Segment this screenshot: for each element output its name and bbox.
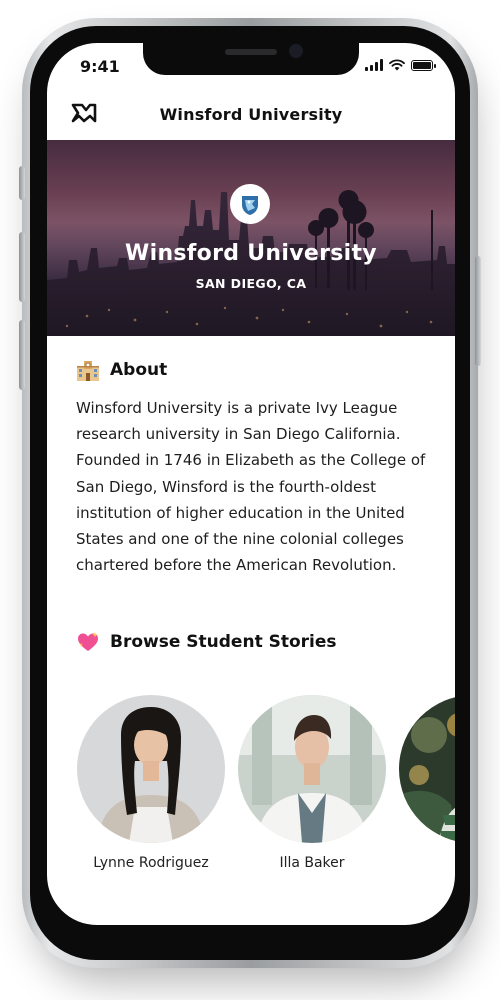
student-name: Lynne Rodriguez <box>93 855 209 871</box>
about-header: About <box>76 357 167 383</box>
student-name: Ni Ro <box>413 853 456 873</box>
wifi-icon <box>389 59 405 71</box>
crest-emblem-icon <box>242 196 258 215</box>
stories-header: Browse Student Stories <box>76 629 337 655</box>
hero-title: Winsford University <box>125 241 377 266</box>
nav-title: Winsford University <box>159 105 343 124</box>
power-button <box>475 256 481 366</box>
hero-overlay <box>47 140 455 336</box>
student-story-card[interactable]: Illa Baker <box>237 695 387 873</box>
notch <box>143 43 359 75</box>
student-avatar[interactable] <box>77 695 225 843</box>
nav-bar: Winsford University <box>47 93 455 137</box>
front-camera <box>289 44 303 58</box>
battery-icon <box>411 59 436 71</box>
volume-up-button <box>19 232 25 302</box>
school-building-icon <box>77 361 99 381</box>
status-time: 9:41 <box>80 57 120 76</box>
hero-banner: Winsford University SAN DIEGO, CA <box>47 140 455 336</box>
student-avatar[interactable] <box>399 695 455 843</box>
student-story-card[interactable]: Lynne Rodriguez <box>76 695 226 873</box>
app-screen: 9:41 Winsford University Winsford Univer… <box>47 43 455 925</box>
mute-switch <box>19 166 25 200</box>
status-icons <box>365 58 436 72</box>
university-crest-icon <box>230 184 270 224</box>
about-title: About <box>110 360 168 380</box>
volume-down-button <box>19 320 25 390</box>
earpiece-speaker <box>225 49 277 55</box>
hero-location: SAN DIEGO, CA <box>195 276 307 291</box>
student-story-card[interactable]: Ni Ro <box>398 695 455 873</box>
sparkling-heart-icon <box>78 632 98 651</box>
about-description: Winsford University is a private Ivy Lea… <box>76 399 426 575</box>
student-name: Illa Baker <box>279 855 345 871</box>
student-avatar[interactable] <box>238 695 386 843</box>
status-bar: 9:41 <box>47 43 455 89</box>
stories-title: Browse Student Stories <box>110 632 337 652</box>
cellular-signal-icon <box>365 59 383 71</box>
